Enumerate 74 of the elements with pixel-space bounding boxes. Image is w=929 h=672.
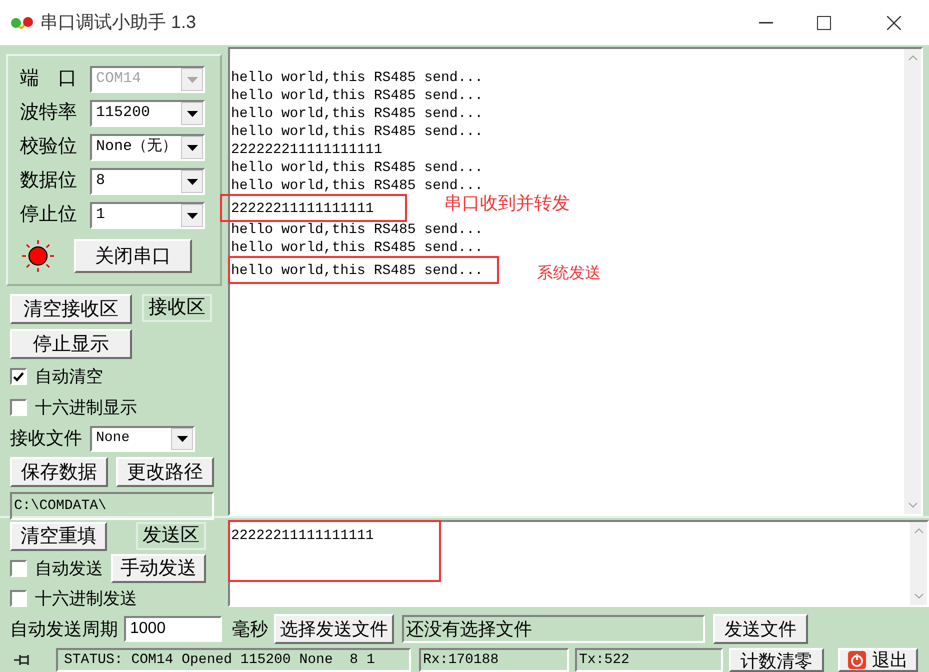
clear-send-button[interactable]: 清空重填: [10, 522, 107, 551]
checkbox[interactable]: [10, 368, 27, 386]
caret-icon: [186, 212, 198, 218]
file-status-field: 还没有选择文件: [402, 615, 705, 643]
scrollbar[interactable]: [904, 49, 921, 514]
caret-icon: [186, 178, 198, 184]
send-text: 22222211111111111: [231, 527, 374, 546]
app-logo-icon: [10, 14, 34, 30]
close-port-button[interactable]: 关闭串口: [74, 239, 192, 273]
close-icon: [887, 16, 901, 30]
receive-area-label: 接收区: [142, 294, 212, 322]
setting-label: 校验位: [20, 135, 78, 160]
rx-counter: Rx:170188: [419, 648, 569, 672]
dropdown[interactable]: 1: [90, 202, 205, 229]
received-line: 222222211111111111: [231, 142, 382, 158]
received-line: hello world,this RS485 send...: [231, 70, 484, 86]
setting-label: 数据位: [20, 169, 78, 194]
caret-icon: [186, 110, 198, 116]
save-data-button[interactable]: 保存数据: [10, 457, 108, 487]
choose-file-button[interactable]: 选择发送文件: [274, 614, 394, 644]
received-line: hello world,this RS485 send...: [231, 160, 484, 176]
checkbox-label: 自动清空: [35, 366, 103, 388]
received-line: hello world,this RS485 send...: [231, 222, 484, 238]
exit-button[interactable]: 退出: [838, 648, 918, 672]
caret-icon: [186, 76, 198, 82]
path-field: C:\COMDATA\: [10, 492, 214, 520]
received-line: hello world,this RS485 send...: [231, 263, 484, 279]
annotation-text: 串口收到并转发: [444, 194, 570, 212]
setting-label: 端 口: [20, 67, 78, 92]
caret-icon: [186, 144, 198, 150]
change-path-button[interactable]: 更改路径: [116, 457, 214, 487]
power-icon: [848, 651, 866, 669]
setting-label: 波特率: [20, 101, 78, 126]
send-text-field[interactable]: 22222211111111111: [228, 520, 929, 607]
checkbox[interactable]: [10, 590, 27, 608]
minimize-icon: [759, 22, 773, 24]
checkbox-label: 十六进制显示: [35, 396, 137, 418]
scroll-down-icon: [914, 593, 924, 599]
send-file-button[interactable]: 发送文件: [713, 614, 808, 644]
checkbox[interactable]: [10, 560, 27, 577]
received-line: hello world,this RS485 send...: [231, 240, 484, 256]
received-line: hello world,this RS485 send...: [231, 124, 484, 140]
reset-count-button[interactable]: 计数清零: [729, 648, 824, 672]
setting-label: 停止位: [20, 203, 78, 228]
clear-receive-button[interactable]: 清空接收区: [10, 294, 132, 324]
stop-display-button[interactable]: 停止显示: [10, 329, 132, 359]
received-line: hello world,this RS485 send...: [231, 178, 484, 194]
received-line: 22222211111111111: [231, 201, 374, 217]
scroll-up-icon: [914, 528, 924, 534]
scroll-up-icon: [908, 55, 918, 61]
scrollbar[interactable]: [910, 522, 927, 605]
send-area-label: 发送区: [136, 522, 206, 550]
send-period-label: 自动发送周期: [10, 618, 118, 640]
unit-label: 毫秒: [232, 618, 268, 640]
caret-icon: [176, 436, 188, 442]
checkbox-label: 十六进制发送: [35, 588, 137, 610]
receive-file-label: 接收文件: [10, 427, 82, 450]
period-field[interactable]: 1000: [124, 616, 222, 642]
checkbox-label: 自动发送: [35, 558, 103, 580]
file-dropdown[interactable]: None: [90, 426, 195, 452]
pin-icon: [14, 654, 32, 666]
scroll-down-icon: [908, 502, 918, 508]
status-text: STATUS: COM14 Opened 115200 None 8 1: [56, 648, 411, 672]
dropdown[interactable]: 115200: [90, 100, 205, 127]
dropdown[interactable]: None（无）: [90, 134, 205, 161]
dropdown[interactable]: 8: [90, 168, 205, 195]
received-line: hello world,this RS485 send...: [231, 88, 484, 104]
manual-send-button[interactable]: 手动发送: [111, 554, 206, 583]
annotation-text: 系统发送: [537, 264, 601, 284]
received-line: hello world,this RS485 send...: [231, 106, 484, 122]
tx-counter: Tx:522: [575, 648, 723, 672]
checkbox[interactable]: [10, 398, 27, 416]
window-title: 串口调试小助手 1.3: [40, 11, 196, 34]
maximize-icon: [817, 16, 831, 30]
